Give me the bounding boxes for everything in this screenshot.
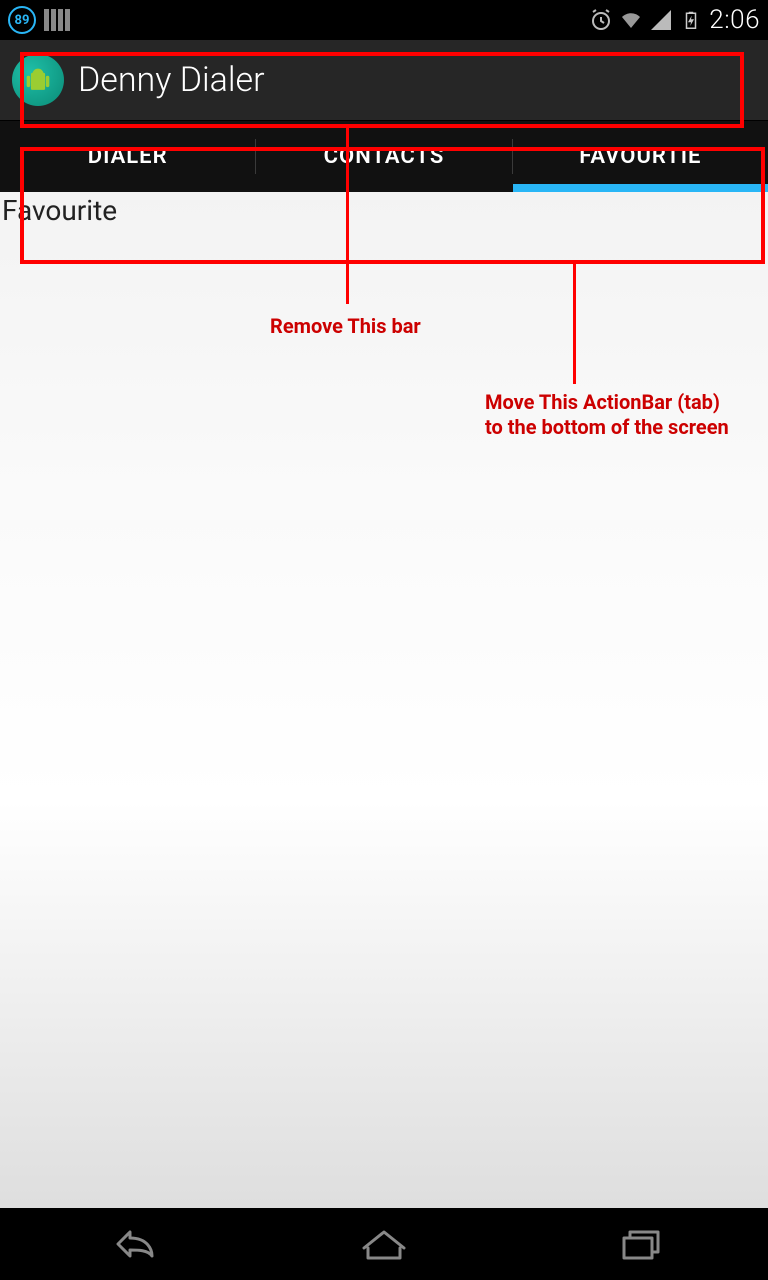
tab-contacts[interactable]: CONTACTS (256, 121, 511, 192)
content-area: Favourite (0, 192, 768, 1208)
app-title: Denny Dialer (78, 60, 265, 100)
system-nav-bar (0, 1208, 768, 1280)
page-title: Favourite (0, 192, 768, 229)
signal-icon (649, 8, 673, 32)
tab-dialer[interactable]: DIALER (0, 121, 255, 192)
tab-label: FAVOURTIE (579, 144, 701, 169)
wifi-icon (619, 8, 643, 32)
stacked-bars-icon (44, 9, 70, 31)
clock-time: 2:06 (709, 5, 760, 35)
battery-charging-icon (679, 8, 703, 32)
app-icon (12, 54, 64, 106)
tab-bar: DIALER CONTACTS FAVOURTIE (0, 120, 768, 192)
tab-label: CONTACTS (324, 144, 445, 169)
recents-button[interactable] (610, 1224, 670, 1264)
tab-favourite[interactable]: FAVOURTIE (513, 121, 768, 192)
status-left: 89 (8, 6, 70, 34)
back-button[interactable] (98, 1224, 158, 1264)
alarm-icon (589, 8, 613, 32)
home-button[interactable] (354, 1224, 414, 1264)
status-right: 2:06 (589, 5, 760, 35)
status-bar: 89 2:06 (0, 0, 768, 40)
action-bar: Denny Dialer (0, 40, 768, 120)
battery-percent: 89 (15, 13, 30, 28)
battery-percent-icon: 89 (8, 6, 36, 34)
tab-label: DIALER (88, 144, 168, 169)
